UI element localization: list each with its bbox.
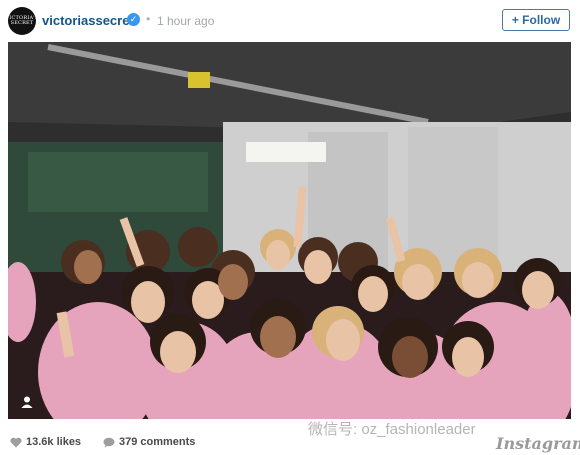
post-photo[interactable] — [8, 42, 571, 419]
wechat-watermark: 微信号: oz_fashionleader — [308, 421, 476, 438]
comments-label: 379 comments — [119, 436, 196, 448]
avatar-text: VICTORIA'S SECRET — [5, 15, 39, 26]
post-header: VICTORIA'S SECRET victoriassecret ✓ • 1 … — [0, 0, 580, 42]
avatar[interactable]: VICTORIA'S SECRET — [5, 7, 39, 35]
instagram-post-card: VICTORIA'S SECRET victoriassecret ✓ • 1 … — [0, 0, 580, 455]
instagram-watermark: Instagram — [496, 434, 580, 453]
likes-count[interactable]: 13.6k likes — [10, 436, 81, 448]
likes-label: 13.6k likes — [26, 436, 82, 448]
photo-illustration — [8, 42, 571, 419]
comments-count[interactable]: 379 comments — [103, 436, 195, 448]
post-footer: 13.6k likes 379 comments — [0, 428, 580, 455]
separator-dot: • — [146, 12, 151, 26]
comment-icon — [103, 437, 115, 447]
follow-button[interactable]: + Follow — [502, 9, 570, 31]
user-tag-icon[interactable] — [20, 395, 34, 409]
post-timestamp[interactable]: 1 hour ago — [157, 14, 214, 28]
verified-badge-icon: ✓ — [127, 13, 140, 26]
heart-icon — [10, 437, 22, 447]
username-link[interactable]: victoriassecret — [42, 13, 134, 28]
